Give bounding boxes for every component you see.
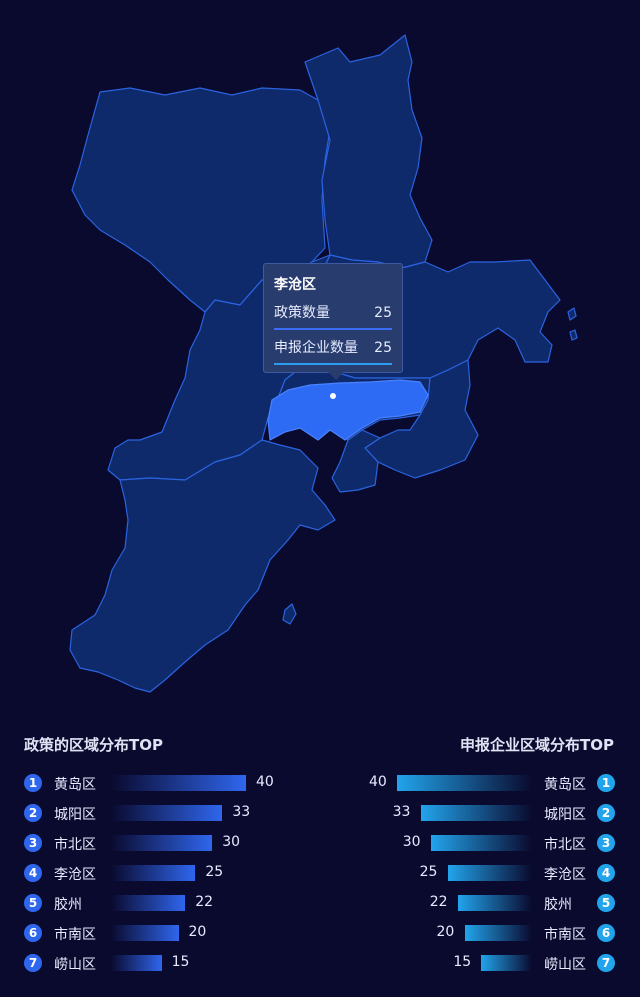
enterprise-value-label: 30	[402, 834, 421, 850]
rank-badge: 4	[24, 864, 42, 882]
enterprise-bar-row[interactable]: 30 市北区 3	[340, 833, 640, 853]
enterprise-value-label: 15	[453, 954, 472, 970]
enterprise-bar	[397, 775, 532, 791]
district-label: 城阳区	[54, 807, 96, 823]
enterprise-bar-row[interactable]: 40 黄岛区 1	[340, 773, 640, 793]
policy-value-label: 33	[232, 804, 251, 820]
policy-bar-row[interactable]: 7 崂山区 15	[24, 953, 324, 973]
enterprise-bar	[481, 955, 532, 971]
tooltip-row-enterprise: 申报企业数量 25	[274, 339, 392, 365]
policy-value-label: 15	[171, 954, 190, 970]
policy-chart-title: 政策的区域分布TOP	[24, 736, 163, 754]
tooltip-label: 政策数量	[274, 305, 330, 321]
map-region-island	[282, 603, 297, 625]
district-label: 市南区	[54, 927, 96, 943]
rank-badge: 7	[597, 954, 615, 972]
enterprise-value-label: 40	[369, 774, 387, 790]
rank-badge: 5	[24, 894, 42, 912]
rank-badge: 4	[597, 864, 615, 882]
enterprise-bar	[464, 925, 532, 941]
enterprise-bar-row[interactable]: 33 城阳区 2	[340, 803, 640, 823]
enterprise-value-label: 22	[429, 894, 448, 910]
policy-value-label: 20	[188, 924, 207, 940]
rank-badge: 5	[597, 894, 615, 912]
policy-value-label: 25	[205, 864, 224, 880]
enterprise-bar-row[interactable]: 20 市南区 6	[340, 923, 640, 943]
tooltip-value: 25	[374, 305, 392, 321]
district-label: 李沧区	[544, 867, 586, 883]
map-region-huangdao[interactable]	[69, 439, 336, 693]
policy-value-label: 40	[256, 774, 274, 790]
rank-badge: 2	[24, 804, 42, 822]
district-label: 城阳区	[544, 807, 586, 823]
enterprise-bar	[457, 895, 532, 911]
policy-bar	[111, 775, 246, 791]
district-label: 胶州	[54, 897, 82, 913]
policy-bar	[111, 835, 213, 851]
district-label: 市北区	[544, 837, 586, 853]
map-region-shibei[interactable]	[331, 429, 381, 493]
district-label: 市南区	[544, 927, 586, 943]
enterprise-bar-row[interactable]: 25 李沧区 4	[340, 863, 640, 883]
rank-badge: 1	[24, 774, 42, 792]
tooltip-row-policy: 政策数量 25	[274, 304, 392, 330]
policy-bar-row[interactable]: 2 城阳区 33	[24, 803, 324, 823]
policy-value-label: 22	[195, 894, 214, 910]
policy-bar-row[interactable]: 1 黄岛区 40	[24, 773, 324, 793]
policy-value-label: 30	[222, 834, 241, 850]
enterprise-bar	[447, 865, 532, 881]
enterprise-chart-title: 申报企业区域分布TOP	[460, 736, 614, 754]
district-label: 市北区	[54, 837, 96, 853]
policy-bar-row[interactable]: 3 市北区 30	[24, 833, 324, 853]
policy-bar	[111, 895, 186, 911]
policy-bar	[111, 865, 196, 881]
rank-badge: 6	[597, 924, 615, 942]
enterprise-value-label: 20	[436, 924, 455, 940]
district-label: 黄岛区	[544, 777, 586, 793]
enterprise-bar	[430, 835, 532, 851]
district-label: 李沧区	[54, 867, 96, 883]
enterprise-value-label: 33	[392, 804, 411, 820]
map-region-island	[567, 307, 577, 321]
policy-bar	[111, 955, 162, 971]
map-region-island	[569, 329, 578, 341]
map-tooltip: 李沧区 政策数量 25 申报企业数量 25	[263, 263, 403, 380]
policy-bar-row[interactable]: 4 李沧区 25	[24, 863, 324, 883]
district-label: 黄岛区	[54, 777, 96, 793]
policy-bar-row[interactable]: 5 胶州 22	[24, 893, 324, 913]
rank-badge: 1	[597, 774, 615, 792]
tooltip-label: 申报企业数量	[274, 340, 358, 356]
policy-bar-row[interactable]: 6 市南区 20	[24, 923, 324, 943]
policy-bar	[111, 925, 179, 941]
map-marker	[329, 392, 337, 400]
rank-badge: 2	[597, 804, 615, 822]
policy-bar	[111, 805, 223, 821]
enterprise-bar	[420, 805, 532, 821]
tooltip-value: 25	[374, 340, 392, 356]
district-label: 崂山区	[54, 957, 96, 973]
tooltip-title: 李沧区	[274, 277, 316, 293]
rank-badge: 3	[24, 834, 42, 852]
rank-badge: 7	[24, 954, 42, 972]
rank-badge: 6	[24, 924, 42, 942]
enterprise-bar-row[interactable]: 15 崂山区 7	[340, 953, 640, 973]
rank-badge: 3	[597, 834, 615, 852]
enterprise-bar-row[interactable]: 22 胶州 5	[340, 893, 640, 913]
district-label: 胶州	[544, 897, 572, 913]
district-label: 崂山区	[544, 957, 586, 973]
enterprise-value-label: 25	[419, 864, 438, 880]
